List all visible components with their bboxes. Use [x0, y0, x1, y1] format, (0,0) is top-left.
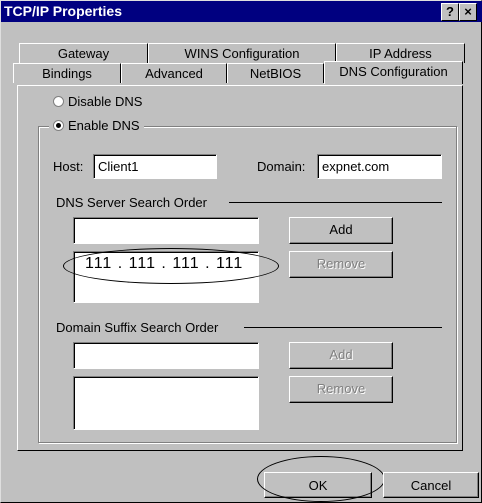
enable-dns-label: Enable DNS [68, 118, 140, 133]
domain-suffix-search-order-heading: Domain Suffix Search Order [56, 320, 219, 335]
enable-dns-radio[interactable] [53, 120, 64, 131]
enable-dns-option[interactable]: Enable DNS [49, 118, 144, 133]
close-button[interactable]: × [459, 3, 477, 21]
tab-ip-address[interactable]: IP Address [336, 43, 465, 63]
disable-dns-label: Disable DNS [68, 94, 143, 109]
tab-wins-configuration[interactable]: WINS Configuration [148, 43, 336, 63]
tab-netbios[interactable]: NetBIOS [227, 63, 324, 83]
domain-suffix-list[interactable] [73, 376, 259, 430]
dns-server-remove-button[interactable]: Remove [289, 251, 393, 278]
dns-server-search-order-heading: DNS Server Search Order [56, 195, 207, 210]
host-input[interactable]: Client1 [93, 154, 217, 179]
title-bar: TCP/IP Properties ? × [1, 1, 482, 22]
domain-suffix-add-label: Add [329, 347, 353, 362]
host-label: Host: [53, 159, 84, 174]
domain-suffix-add-button[interactable]: Add [289, 342, 393, 369]
section-divider [229, 202, 442, 203]
disable-dns-radio[interactable] [53, 96, 64, 107]
dns-server-add-label: Add [329, 222, 353, 237]
tab-dns-configuration[interactable]: DNS Configuration [324, 61, 463, 84]
window-title: TCP/IP Properties [4, 3, 123, 19]
domain-suffix-remove-button[interactable]: Remove [289, 376, 393, 403]
section-divider [244, 327, 442, 328]
domain-suffix-remove-label: Remove [316, 381, 366, 396]
tab-advanced[interactable]: Advanced [121, 63, 227, 83]
domain-label: Domain: [257, 159, 306, 174]
tcpip-properties-dialog: TCP/IP Properties ? × Gateway WINS Confi… [0, 0, 482, 503]
dns-server-input[interactable] [73, 217, 259, 244]
tab-gateway[interactable]: Gateway [19, 43, 148, 63]
dns-server-list-item[interactable]: 111 . 111 . 111 . 111 [85, 255, 243, 273]
domain-suffix-input[interactable] [73, 342, 259, 369]
domain-input[interactable]: expnet.com [317, 154, 442, 179]
cancel-button[interactable]: Cancel [383, 472, 479, 498]
help-button[interactable]: ? [441, 3, 459, 21]
dns-server-remove-label: Remove [316, 256, 366, 271]
ok-button[interactable]: OK [264, 472, 372, 498]
disable-dns-option[interactable]: Disable DNS [49, 94, 147, 109]
ok-label: OK [308, 478, 328, 493]
tab-bindings[interactable]: Bindings [13, 63, 121, 83]
radio-selected-dot [56, 123, 61, 128]
cancel-label: Cancel [410, 478, 452, 493]
dns-server-add-button[interactable]: Add [289, 217, 393, 244]
